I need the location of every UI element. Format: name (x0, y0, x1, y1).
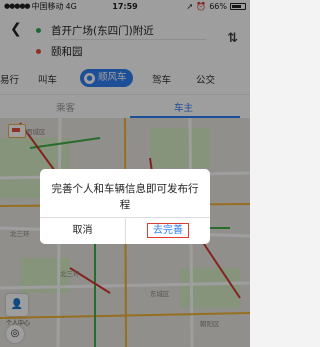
complete-info-label: 去完善 (147, 223, 189, 238)
cancel-button[interactable]: 取消 (40, 217, 125, 244)
complete-info-dialog: 完善个人和车辆信息即可发布行程 取消 去完善 (40, 169, 210, 244)
complete-info-button[interactable]: 去完善 (126, 217, 210, 244)
dialog-message: 完善个人和车辆信息即可发布行程 (51, 183, 199, 211)
